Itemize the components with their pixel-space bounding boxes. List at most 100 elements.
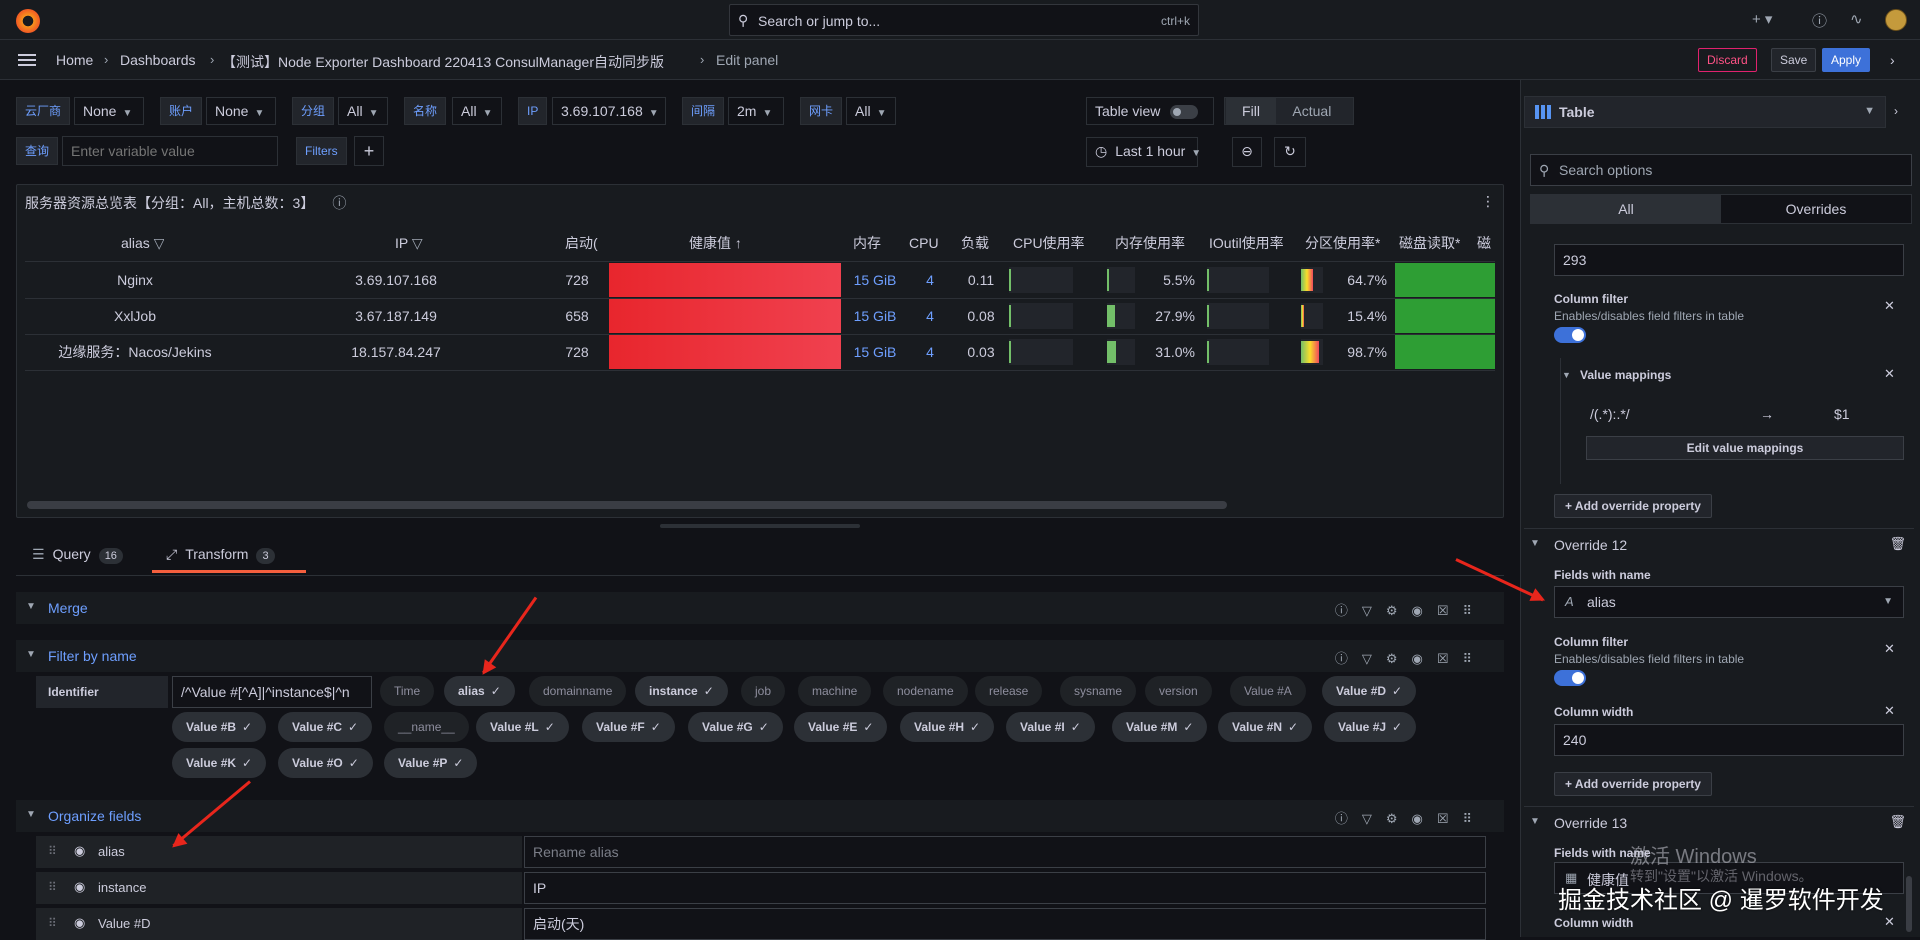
field-chip[interactable]: alias ✓ bbox=[444, 676, 515, 706]
var-select-cloud[interactable]: None ▼ bbox=[74, 97, 144, 125]
transform-organize-fields[interactable]: ▼ Organize fields ⓘ▽⚙◉☒⠿ bbox=[16, 800, 1504, 832]
chevron-down-icon[interactable]: ▼ bbox=[26, 601, 36, 612]
column-header-ip[interactable]: IP ▽ bbox=[395, 229, 423, 257]
add-override-property-button[interactable]: + Add override property bbox=[1554, 494, 1712, 518]
help-icon[interactable]: ⓘ bbox=[1812, 10, 1827, 31]
column-header-disk-read[interactable]: 磁盘读取* bbox=[1399, 229, 1460, 257]
field-chip[interactable]: Value #E ✓ bbox=[794, 712, 888, 742]
field-chip[interactable]: Value #P ✓ bbox=[384, 748, 478, 778]
save-button[interactable]: Save bbox=[1771, 48, 1817, 72]
field-chip[interactable]: nodename bbox=[883, 676, 968, 706]
edit-value-mappings-button[interactable]: Edit value mappings bbox=[1586, 436, 1904, 460]
drag-handle-icon[interactable]: ⠿ bbox=[48, 844, 57, 858]
chevron-down-icon[interactable]: ▼ bbox=[26, 649, 36, 660]
field-chip[interactable]: Value #O ✓ bbox=[278, 748, 373, 778]
trash-icon[interactable]: 🗑 bbox=[1889, 536, 1906, 552]
table-view-toggle[interactable]: Table view bbox=[1086, 97, 1214, 125]
field-chip[interactable]: Value #F ✓ bbox=[582, 712, 675, 742]
field-chip[interactable]: Value #L ✓ bbox=[476, 712, 569, 742]
var-select-account[interactable]: None ▼ bbox=[206, 97, 276, 125]
drag-handle-icon[interactable]: ⠿ bbox=[48, 916, 57, 930]
field-chip[interactable]: Value #K ✓ bbox=[172, 748, 267, 778]
filter-icon[interactable]: ▽ bbox=[412, 235, 423, 251]
tab-all[interactable]: All bbox=[1531, 195, 1721, 223]
column-header-cpu[interactable]: CPU bbox=[909, 229, 939, 257]
field-chip[interactable]: job bbox=[741, 676, 786, 706]
eye-icon[interactable]: ◉ bbox=[74, 915, 85, 931]
column-header-disk-more[interactable]: 磁 bbox=[1477, 229, 1495, 257]
column-filter-toggle[interactable] bbox=[1554, 327, 1586, 343]
var-select-name[interactable]: All ▼ bbox=[452, 97, 502, 125]
column-header-ioutil[interactable]: IOutil使用率 bbox=[1209, 229, 1284, 257]
breadcrumb-dashboard-title[interactable]: 【测试】Node Exporter Dashboard 220413 Consu… bbox=[222, 52, 664, 72]
breadcrumb-dashboards[interactable]: Dashboards bbox=[120, 52, 196, 68]
column-width-input[interactable]: 293 bbox=[1554, 244, 1904, 276]
column-header-cpu-usage[interactable]: CPU使用率 bbox=[1013, 229, 1085, 257]
field-chip[interactable]: Value #C ✓ bbox=[278, 712, 373, 742]
time-range-picker[interactable]: ◷ Last 1 hour ▼ bbox=[1086, 137, 1201, 167]
organize-field-row[interactable]: ⠿ ◉ Value #D 启动(天) bbox=[36, 908, 1486, 940]
rename-field-input[interactable]: Rename alias bbox=[524, 836, 1486, 868]
rename-field-input[interactable]: 启动(天) bbox=[524, 908, 1486, 940]
field-chip[interactable]: Value #D ✓ bbox=[1322, 676, 1417, 706]
field-chip[interactable]: Value #J ✓ bbox=[1324, 712, 1417, 742]
var-query-input[interactable] bbox=[62, 136, 278, 166]
chevron-down-icon[interactable]: ▼ bbox=[1562, 370, 1571, 380]
plus-icon[interactable]: + ▾ bbox=[1752, 10, 1772, 28]
visualization-picker[interactable]: Table ▼ bbox=[1524, 96, 1886, 128]
cell-cpu[interactable]: 4 bbox=[905, 334, 955, 370]
column-width-input[interactable]: 240 bbox=[1554, 724, 1904, 756]
grafana-logo-icon[interactable] bbox=[16, 9, 40, 33]
override-13-header[interactable]: ▼ Override 13 🗑 bbox=[1524, 806, 1914, 838]
transform-merge[interactable]: ▼ Merge ⓘ▽⚙◉☒⠿ bbox=[16, 592, 1504, 624]
zoom-out-button[interactable]: ⊖ bbox=[1232, 137, 1262, 167]
var-select-interval[interactable]: 2m ▼ bbox=[728, 97, 784, 125]
horizontal-scrollbar[interactable] bbox=[27, 501, 1227, 509]
discard-button[interactable]: Discard bbox=[1698, 48, 1757, 72]
column-header-partition[interactable]: 分区使用率* bbox=[1305, 229, 1380, 257]
var-select-nic[interactable]: All ▼ bbox=[846, 97, 896, 125]
add-filter-button[interactable]: + bbox=[354, 136, 384, 166]
filters-button[interactable]: Filters bbox=[296, 137, 347, 165]
column-header-load[interactable]: 负载 bbox=[961, 229, 989, 257]
options-search-input[interactable]: ⚲ Search options bbox=[1530, 154, 1912, 186]
drag-handle-icon[interactable]: ⠿ bbox=[48, 880, 57, 894]
menu-icon[interactable] bbox=[18, 54, 36, 66]
tab-overrides[interactable]: Overrides bbox=[1721, 195, 1911, 223]
eye-icon[interactable]: ◉ bbox=[74, 879, 85, 895]
cell-cpu[interactable]: 4 bbox=[905, 298, 955, 334]
filter-icon[interactable]: ▽ bbox=[154, 235, 165, 251]
chevron-down-icon[interactable]: ▼ bbox=[26, 809, 36, 820]
transform-filter-by-name[interactable]: ▼ Filter by name ⓘ▽⚙◉☒⠿ bbox=[16, 640, 1504, 672]
var-select-ip[interactable]: 3.69.107.168 ▼ bbox=[552, 97, 666, 125]
panel-menu-icon[interactable]: ⋮ bbox=[1481, 193, 1495, 210]
field-chip[interactable]: Value #M ✓ bbox=[1112, 712, 1208, 742]
fill-option[interactable]: Fill bbox=[1226, 98, 1276, 124]
trash-icon[interactable]: 🗑 bbox=[1889, 814, 1906, 830]
field-chip[interactable]: sysname bbox=[1060, 676, 1137, 706]
close-icon[interactable]: ✕ bbox=[1884, 914, 1895, 930]
transform-actions[interactable]: ⓘ▽⚙◉☒⠿ bbox=[1335, 600, 1486, 619]
var-select-group[interactable]: All ▼ bbox=[338, 97, 388, 125]
field-chip[interactable]: version bbox=[1145, 676, 1212, 706]
field-chip[interactable]: Value #N ✓ bbox=[1218, 712, 1313, 742]
transform-actions[interactable]: ⓘ▽⚙◉☒⠿ bbox=[1335, 808, 1486, 827]
transform-actions[interactable]: ⓘ▽⚙◉☒⠿ bbox=[1335, 648, 1486, 667]
identifier-regex-input[interactable]: /^Value #[^A]|^instance$|^n bbox=[172, 676, 372, 708]
avatar[interactable] bbox=[1885, 9, 1907, 31]
field-chip[interactable]: machine bbox=[798, 676, 872, 706]
rss-icon[interactable]: ∿ bbox=[1850, 10, 1863, 28]
eye-icon[interactable]: ◉ bbox=[74, 843, 85, 859]
field-name-select[interactable]: A alias ▼ bbox=[1554, 586, 1904, 618]
close-icon[interactable]: ✕ bbox=[1884, 703, 1895, 719]
field-chip[interactable]: Value #A bbox=[1230, 676, 1306, 706]
actual-option[interactable]: Actual bbox=[1280, 98, 1344, 124]
organize-field-row[interactable]: ⠿ ◉ instance IP bbox=[36, 872, 1486, 904]
column-header-mem-usage[interactable]: 内存使用率 bbox=[1115, 229, 1185, 257]
apply-button[interactable]: Apply bbox=[1822, 48, 1871, 72]
field-chip[interactable]: Value #H ✓ bbox=[900, 712, 995, 742]
field-chip[interactable]: Value #G ✓ bbox=[688, 712, 783, 742]
rename-field-input[interactable]: IP bbox=[524, 872, 1486, 904]
close-icon[interactable]: ✕ bbox=[1884, 641, 1895, 657]
close-icon[interactable]: ✕ bbox=[1884, 298, 1895, 314]
